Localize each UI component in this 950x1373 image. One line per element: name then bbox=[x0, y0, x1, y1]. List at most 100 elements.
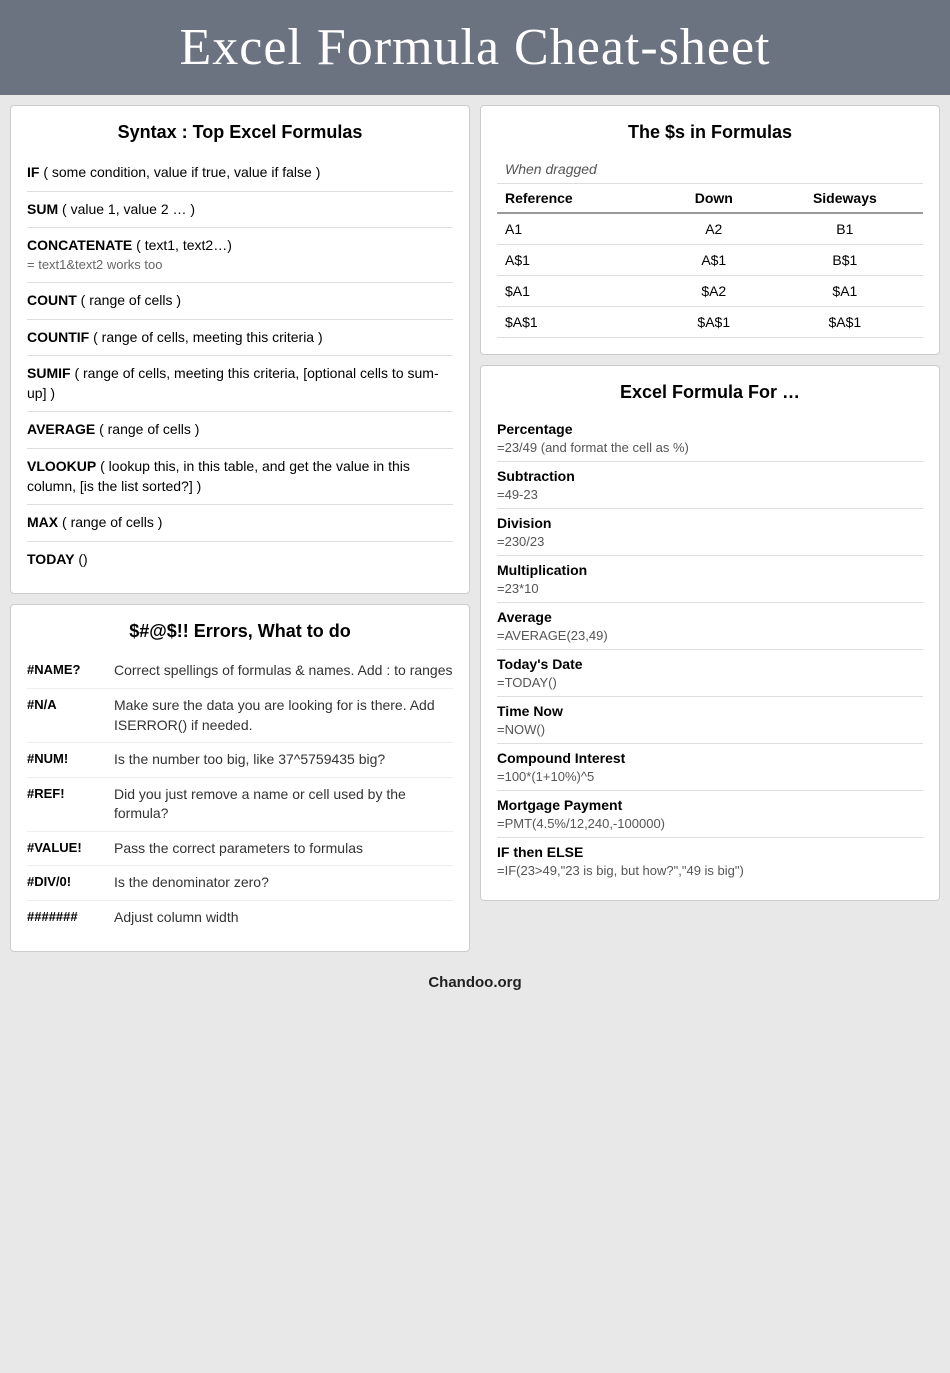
error-row: #NAME? Correct spellings of formulas & na… bbox=[27, 654, 453, 689]
dollar-table-header: Sideways bbox=[767, 184, 923, 214]
formula-for-list: Percentage=23/49 (and format the cell as… bbox=[497, 415, 923, 884]
table-cell: A2 bbox=[661, 213, 767, 245]
error-desc: Did you just remove a name or cell used … bbox=[114, 785, 453, 824]
formula-label: IF then ELSE bbox=[497, 844, 923, 860]
formula-name: COUNT bbox=[27, 292, 77, 308]
table-row: $A$1$A$1$A$1 bbox=[497, 307, 923, 338]
syntax-list: IF ( some condition, value if true, valu… bbox=[27, 155, 453, 577]
table-cell: B$1 bbox=[767, 245, 923, 276]
syntax-title: Syntax : Top Excel Formulas bbox=[27, 122, 453, 143]
error-row: #######Adjust column width bbox=[27, 901, 453, 935]
table-cell: $A2 bbox=[661, 276, 767, 307]
footer: Chandoo.org bbox=[0, 962, 950, 1003]
formula-label: Average bbox=[497, 609, 923, 625]
error-desc: Is the denominator zero? bbox=[114, 873, 453, 893]
dollars-card: The $s in Formulas When draggedReference… bbox=[480, 105, 940, 355]
error-row: #N/A Make sure the data you are looking f… bbox=[27, 689, 453, 743]
formula-for-item: Compound Interest =100*(1+10%)^5 bbox=[497, 744, 923, 791]
formula-item: COUNT ( range of cells ) bbox=[27, 283, 453, 320]
table-cell: B1 bbox=[767, 213, 923, 245]
formula-for-item: Subtraction =49-23 bbox=[497, 462, 923, 509]
syntax-card: Syntax : Top Excel Formulas IF ( some co… bbox=[10, 105, 470, 594]
formula-for-item: Multiplication =23*10 bbox=[497, 556, 923, 603]
formula-desc: ( value 1, value 2 … ) bbox=[62, 201, 195, 217]
header: Excel Formula Cheat-sheet bbox=[0, 0, 950, 95]
error-desc: Adjust column width bbox=[114, 908, 453, 928]
formula-for-item: Time Now=NOW() bbox=[497, 697, 923, 744]
formula-name: IF bbox=[27, 164, 39, 180]
error-row: #NUM!Is the number too big, like 37^5759… bbox=[27, 743, 453, 778]
formula-label: Subtraction bbox=[497, 468, 923, 484]
formula-value: =23/49 (and format the cell as %) bbox=[497, 440, 689, 455]
formula-for-card: Excel Formula For … Percentage=23/49 (an… bbox=[480, 365, 940, 901]
formula-sub: = text1&text2 works too bbox=[27, 256, 453, 274]
formula-desc: ( range of cells, meeting this criteria,… bbox=[27, 365, 439, 401]
formula-desc: ( range of cells ) bbox=[62, 514, 162, 530]
error-code: #NAME? bbox=[27, 661, 102, 681]
formula-for-item: Average =AVERAGE(23,49) bbox=[497, 603, 923, 650]
errors-card: $#@$!! Errors, What to do #NAME? Correct … bbox=[10, 604, 470, 951]
table-cell: $A$1 bbox=[767, 307, 923, 338]
formula-desc: ( text1, text2…) bbox=[136, 237, 232, 253]
error-code: #VALUE! bbox=[27, 839, 102, 859]
formula-name: AVERAGE bbox=[27, 421, 95, 437]
formula-name: MAX bbox=[27, 514, 58, 530]
error-row: #REF! Did you just remove a name or cell … bbox=[27, 778, 453, 832]
formula-for-item: Mortgage Payment =PMT(4.5%/12,240,-100000… bbox=[497, 791, 923, 838]
formula-value: =TODAY() bbox=[497, 675, 557, 690]
table-cell: $A1 bbox=[767, 276, 923, 307]
error-code: #REF! bbox=[27, 785, 102, 824]
page-title: Excel Formula Cheat-sheet bbox=[20, 18, 930, 77]
dollar-table-header: Down bbox=[661, 184, 767, 214]
formula-item: MAX ( range of cells ) bbox=[27, 505, 453, 542]
formula-for-title: Excel Formula For … bbox=[497, 382, 923, 403]
formula-item: VLOOKUP ( lookup this, in this table, an… bbox=[27, 449, 453, 505]
formula-item: SUMIF ( range of cells, meeting this cri… bbox=[27, 356, 453, 412]
formula-desc: ( range of cells ) bbox=[99, 421, 199, 437]
table-cell: $A$1 bbox=[661, 307, 767, 338]
formula-value: =49-23 bbox=[497, 487, 538, 502]
error-row: #VALUE! Pass the correct parameters to fo… bbox=[27, 832, 453, 867]
formula-item: IF ( some condition, value if true, valu… bbox=[27, 155, 453, 192]
formula-for-item: Today's Date=TODAY() bbox=[497, 650, 923, 697]
formula-name: VLOOKUP bbox=[27, 458, 96, 474]
dollar-table-header: Reference bbox=[497, 184, 661, 214]
table-cell: A1 bbox=[497, 213, 661, 245]
formula-name: TODAY bbox=[27, 551, 74, 567]
formula-item: SUM ( value 1, value 2 … ) bbox=[27, 192, 453, 229]
dollars-title: The $s in Formulas bbox=[497, 122, 923, 143]
formula-desc: () bbox=[78, 551, 87, 567]
formula-label: Multiplication bbox=[497, 562, 923, 578]
formula-desc: ( range of cells, meeting this criteria … bbox=[93, 329, 323, 345]
errors-title: $#@$!! Errors, What to do bbox=[27, 621, 453, 642]
formula-item: COUNTIF ( range of cells, meeting this c… bbox=[27, 320, 453, 357]
formula-label: Mortgage Payment bbox=[497, 797, 923, 813]
error-desc: Pass the correct parameters to formulas bbox=[114, 839, 453, 859]
error-desc: Is the number too big, like 37^5759435 b… bbox=[114, 750, 453, 770]
formula-for-item: Division=230/23 bbox=[497, 509, 923, 556]
table-cell: $A$1 bbox=[497, 307, 661, 338]
formula-item: TODAY () bbox=[27, 542, 453, 578]
error-code: #N/A bbox=[27, 696, 102, 735]
dollars-table: When draggedReferenceDownSidewaysA1A2B1A… bbox=[497, 155, 923, 338]
formula-value: =AVERAGE(23,49) bbox=[497, 628, 608, 643]
formula-value: =23*10 bbox=[497, 581, 539, 596]
formula-value: =PMT(4.5%/12,240,-100000) bbox=[497, 816, 665, 831]
formula-value: =100*(1+10%)^5 bbox=[497, 769, 594, 784]
formula-for-item: Percentage=23/49 (and format the cell as… bbox=[497, 415, 923, 462]
error-desc: Correct spellings of formulas & names. A… bbox=[114, 661, 453, 681]
footer-text: Chandoo.org bbox=[428, 974, 521, 991]
formula-name: SUMIF bbox=[27, 365, 71, 381]
formula-name: CONCATENATE bbox=[27, 237, 132, 253]
formula-label: Compound Interest bbox=[497, 750, 923, 766]
formula-desc: ( some condition, value if true, value i… bbox=[43, 164, 320, 180]
formula-for-item: IF then ELSE =IF(23>49,"23 is big, but ho… bbox=[497, 838, 923, 884]
error-desc: Make sure the data you are looking for i… bbox=[114, 696, 453, 735]
table-cell: A$1 bbox=[661, 245, 767, 276]
formula-name: SUM bbox=[27, 201, 58, 217]
table-cell: $A1 bbox=[497, 276, 661, 307]
formula-value: =IF(23>49,"23 is big, but how?","49 is b… bbox=[497, 863, 744, 878]
error-row: #DIV/0! Is the denominator zero? bbox=[27, 866, 453, 901]
table-row: $A1$A2$A1 bbox=[497, 276, 923, 307]
error-code: #DIV/0! bbox=[27, 873, 102, 893]
